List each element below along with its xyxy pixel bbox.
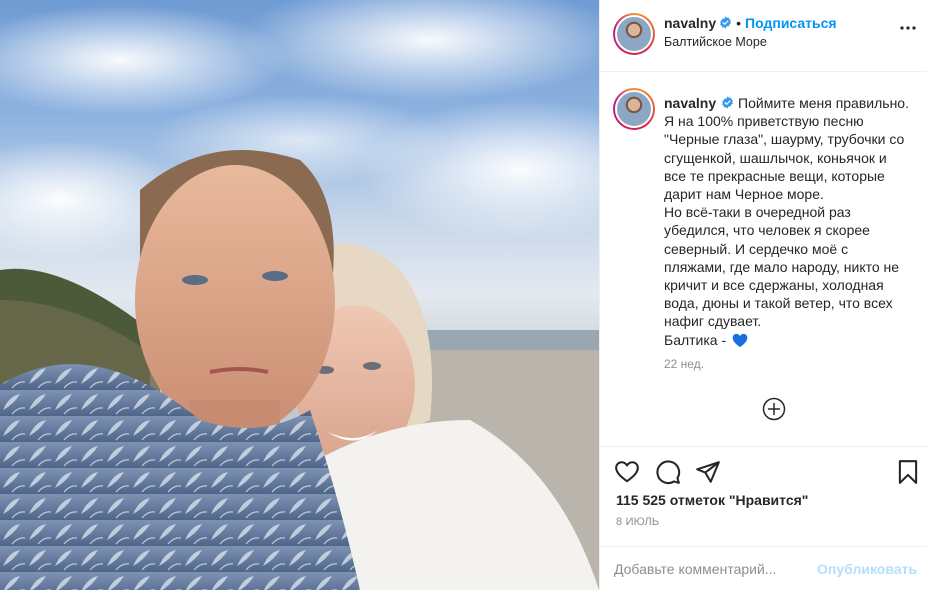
comment-input[interactable]: [614, 557, 814, 581]
follow-button[interactable]: Подписаться: [745, 15, 837, 31]
caption-avatar[interactable]: [613, 88, 655, 130]
caption-username[interactable]: navalny: [664, 95, 716, 111]
post-date[interactable]: 8 ИЮЛЬ: [616, 516, 659, 528]
caption-line: "Черные глаза", шаурму, трубочки со: [664, 131, 905, 148]
caption-line: нафиг сдувает.: [664, 313, 762, 330]
load-more-comments-icon[interactable]: [762, 397, 786, 421]
caption-line: navalny Поймите меня правильно.: [664, 94, 920, 112]
more-horizontal-icon[interactable]: [900, 26, 916, 30]
caption-line: все те прекрасные вещи, которые: [664, 167, 885, 184]
selfie-photo: [0, 0, 599, 590]
caption-line: Но всё-таки в очередной раз: [664, 204, 851, 221]
bookmark-icon[interactable]: [895, 459, 921, 485]
caption-line: сгущенкой, шашлычок, коньячок и: [664, 149, 887, 166]
post-photo[interactable]: [0, 0, 599, 590]
caption-line: Я на 100% приветствую песню: [664, 113, 864, 130]
separator-dot: •: [736, 15, 742, 31]
caption-line: вода, дюны и такой ветер, что всех: [664, 295, 893, 312]
heart-icon[interactable]: [614, 459, 640, 485]
blue-heart-emoji-icon: [732, 333, 748, 347]
publish-button[interactable]: Опубликовать: [817, 561, 917, 577]
caption-line-text: Поймите меня правильно.: [738, 95, 909, 111]
action-bar: [600, 447, 927, 497]
post-age: 22 нед.: [664, 357, 705, 371]
post-side-panel: navalny • Подписаться Балтийское Море nava…: [599, 0, 927, 590]
location-link[interactable]: Балтийское Море: [664, 35, 767, 49]
caption-text: navalny Поймите меня правильно. Я на 100…: [664, 94, 920, 349]
caption-line: пляжами, где мало народу, никто не: [664, 258, 900, 275]
likes-count[interactable]: 115 525 отметок "Нравится": [616, 492, 808, 508]
caption-line: северный. И сердечко моё с: [664, 240, 849, 257]
comment-section: Опубликовать: [600, 546, 927, 590]
header-username[interactable]: navalny: [664, 15, 716, 31]
caption-section: navalny Поймите меня правильно. Я на 100…: [600, 72, 927, 447]
comment-icon[interactable]: [655, 459, 681, 485]
header-name-line: navalny • Подписаться: [664, 15, 837, 31]
caption-line-text: Балтика -: [664, 331, 727, 348]
share-icon[interactable]: [695, 459, 721, 485]
caption-line: убедился, что человек я скорее: [664, 222, 870, 239]
caption-line: дарит нам Черное море.: [664, 186, 824, 203]
caption-line: кричит и все сдержаны, холодная: [664, 277, 884, 294]
verified-badge-icon: [722, 96, 734, 109]
post-header: navalny • Подписаться Балтийское Море: [600, 0, 927, 72]
caption-line: Балтика -: [664, 331, 920, 349]
avatar[interactable]: [613, 13, 655, 55]
verified-badge-icon: [720, 16, 732, 29]
